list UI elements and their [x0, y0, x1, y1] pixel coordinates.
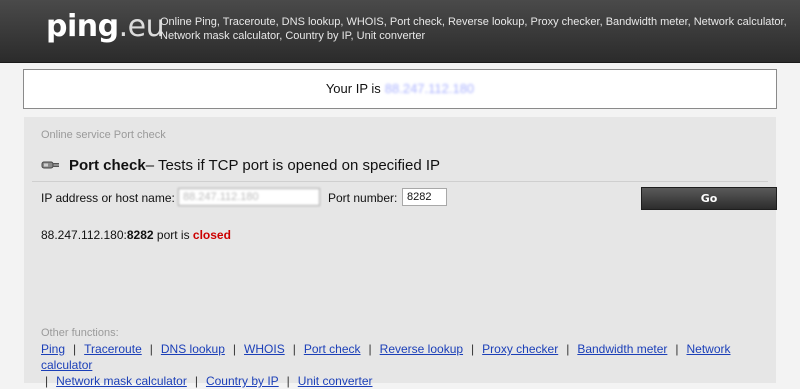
divider: [32, 181, 768, 182]
other-functions-links: Ping | Traceroute | DNS lookup | WHOIS | Port ch…: [41, 341, 781, 389]
header-services-line-1[interactable]: Online Ping, Traceroute, DNS lookup, WHO…: [160, 15, 790, 29]
separator: |: [149, 342, 153, 356]
your-ip-box: Your IP is 88.247.112.180: [23, 69, 777, 109]
link-bandwidth-meter[interactable]: Bandwidth meter: [577, 342, 667, 356]
other-functions-title: Other functions:: [41, 327, 119, 339]
result-line: 88.247.112.180:8282 port is closed: [41, 228, 231, 242]
go-button[interactable]: Go: [641, 187, 777, 210]
separator: |: [232, 342, 237, 356]
separator: |: [675, 342, 679, 356]
separator: |: [292, 342, 296, 356]
host-label: IP address or host name:: [41, 191, 175, 205]
result-port: 8282: [126, 228, 154, 242]
link-proxy-checker[interactable]: Proxy checker: [482, 342, 558, 356]
separator: |: [471, 342, 475, 356]
link-port-check[interactable]: Port check: [304, 342, 361, 356]
header-services-list: Online Ping, Traceroute, DNS lookup, WHO…: [160, 15, 790, 43]
link-unit-converter[interactable]: Unit converter: [298, 374, 373, 388]
link-ping[interactable]: Ping: [41, 342, 65, 356]
result-status: closed: [192, 228, 231, 242]
your-ip-label: Your IP is: [325, 81, 381, 96]
link-dns-lookup[interactable]: DNS lookup: [161, 342, 225, 356]
link-reverse-lookup[interactable]: Reverse lookup: [380, 342, 463, 356]
link-network-mask-calculator[interactable]: Network mask calculator: [56, 374, 187, 388]
link-country-by-ip[interactable]: Country by IP: [206, 374, 279, 388]
breadcrumb: Online service Port check: [41, 129, 166, 141]
separator: |: [45, 374, 49, 388]
port-label: Port number:: [328, 191, 398, 205]
link-whois[interactable]: WHOIS: [244, 342, 285, 356]
separator: |: [566, 342, 570, 356]
port-input[interactable]: [402, 188, 447, 206]
your-ip-value: 88.247.112.180: [384, 81, 475, 96]
link-traceroute[interactable]: Traceroute: [84, 342, 142, 356]
result-ip: 88.247.112.180:: [41, 228, 127, 242]
page-title-desc: – Tests if TCP port is opened on specifi…: [145, 156, 441, 174]
result-text: port is: [153, 228, 193, 242]
port-check-panel: Online service Port check Port check – T…: [24, 117, 777, 388]
separator: |: [73, 342, 77, 356]
separator: |: [368, 342, 372, 356]
header-services-line-2[interactable]: Network mask calculator, Country by IP, …: [160, 29, 790, 43]
separator: |: [286, 374, 290, 388]
host-input[interactable]: [178, 188, 320, 206]
page-title-main: Port check: [69, 156, 146, 174]
separator: |: [194, 374, 198, 388]
site-logo[interactable]: ping.eu: [46, 9, 165, 44]
site-header: ping.eu Online Ping, Traceroute, DNS loo…: [0, 0, 800, 63]
network-plug-icon: [41, 161, 59, 169]
page-title: Port check – Tests if TCP port is opened…: [41, 155, 440, 175]
